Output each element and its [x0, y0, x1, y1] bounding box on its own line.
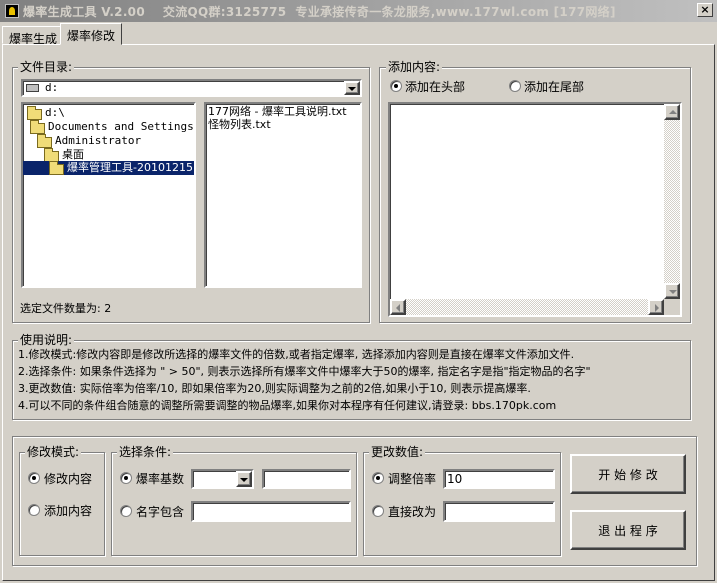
- scroll-up-button[interactable]: [664, 104, 680, 120]
- app-icon: [5, 4, 19, 18]
- change-value-legend: 更改数值:: [369, 445, 426, 459]
- horizontal-scrollbar[interactable]: [390, 299, 664, 315]
- file-list[interactable]: 177网络 - 爆率工具说明.txt 怪物列表.txt: [204, 102, 362, 288]
- tree-node-label: Administrator: [55, 134, 142, 147]
- instruction-line-1: 1.修改模式:修改内容即是修改所选择的爆率文件的倍数,或者指定爆率, 选择添加内…: [18, 348, 575, 361]
- close-button[interactable]: ×: [697, 3, 713, 17]
- chevron-down-icon: [348, 87, 356, 91]
- tree-node-label: 爆率管理工具-20101215: [67, 161, 193, 174]
- drive-value: d:: [45, 81, 59, 94]
- instruction-line-2: 2.选择条件: 如果条件选择为 " > 50", 则表示选择所有爆率文件中爆率大…: [18, 365, 591, 378]
- radio-add-head[interactable]: [390, 80, 402, 92]
- exit-button[interactable]: 退 出 程 序: [570, 510, 686, 550]
- instructions-legend: 使用说明:: [18, 333, 75, 347]
- operator-dropdown-button[interactable]: [236, 471, 252, 487]
- window-title: 爆率生成工具 V.2.00 交流QQ群:3125775 专业承接传奇一条龙服务,…: [23, 4, 616, 19]
- start-modify-label: 开 始 修 改: [598, 467, 658, 482]
- tree-node-selected[interactable]: 爆率管理工具-20101215: [23, 161, 194, 175]
- radio-adjust-ratio-label: 调整倍率: [388, 472, 437, 486]
- title-bar: 爆率生成工具 V.2.00 交流QQ群:3125775 专业承接传奇一条龙服务,…: [0, 0, 717, 22]
- add-content-legend: 添加内容:: [386, 60, 443, 74]
- radio-base-rate[interactable]: [120, 472, 132, 484]
- tree-node-label: Documents and Settings: [48, 120, 194, 133]
- radio-name-contains-label: 名字包含: [136, 505, 185, 519]
- tree-node-documents[interactable]: Documents and Settings: [30, 120, 194, 134]
- exit-label: 退 出 程 序: [598, 523, 658, 538]
- chevron-down-icon: [240, 478, 248, 482]
- scroll-left-button[interactable]: [390, 299, 406, 315]
- chevron-down-icon: [669, 290, 677, 294]
- name-contains-input[interactable]: [191, 501, 351, 522]
- drive-dropdown-button[interactable]: [344, 81, 360, 95]
- radio-add-content-label: 添加内容: [44, 504, 93, 518]
- ratio-input-value: 10: [447, 472, 463, 486]
- ratio-input[interactable]: 10: [443, 469, 555, 489]
- folder-open-icon: [37, 134, 52, 148]
- radio-add-content[interactable]: [28, 504, 40, 516]
- drive-select[interactable]: d:: [21, 79, 362, 97]
- selected-count: 选定文件数量为: 2: [20, 302, 112, 315]
- tree-node-administrator[interactable]: Administrator: [37, 134, 194, 148]
- file-item[interactable]: 怪物列表.txt: [208, 117, 271, 132]
- base-rate-input[interactable]: [262, 469, 351, 489]
- folder-open-icon: [30, 120, 45, 134]
- tree-node-drive[interactable]: d:\: [27, 106, 187, 120]
- add-content-textarea[interactable]: [388, 102, 682, 317]
- drive-icon: [26, 84, 39, 92]
- radio-name-contains[interactable]: [120, 505, 132, 517]
- instruction-line-4: 4.可以不同的条件组合随意的调整所需要调整的物品爆率,如果你对本程序有任何建议,…: [18, 399, 557, 412]
- start-modify-button[interactable]: 开 始 修 改: [570, 454, 686, 494]
- instruction-line-3: 3.更改数值: 实际倍率为倍率/10, 即如果倍率为20,则实际调整为之前的2倍…: [18, 382, 531, 395]
- radio-modify-content[interactable]: [28, 472, 40, 484]
- tab-generate[interactable]: 爆率生成: [2, 26, 65, 46]
- chevron-right-icon: [655, 304, 659, 312]
- tree-node-label: 桌面: [62, 148, 84, 161]
- folder-open-icon: [27, 106, 42, 120]
- radio-direct-set[interactable]: [372, 505, 384, 517]
- scroll-corner: [664, 299, 680, 315]
- radio-base-rate-label: 爆率基数: [136, 472, 185, 486]
- radio-add-tail-label: 添加在尾部: [524, 80, 585, 94]
- direct-set-input[interactable]: [443, 501, 555, 522]
- chevron-left-icon: [396, 304, 400, 312]
- tab-modify[interactable]: 爆率修改: [60, 23, 123, 45]
- file-directory-legend: 文件目录:: [18, 60, 75, 74]
- chevron-up-icon: [669, 110, 677, 114]
- scroll-down-button[interactable]: [664, 283, 680, 299]
- radio-modify-content-label: 修改内容: [44, 472, 93, 486]
- vertical-scrollbar[interactable]: [664, 104, 680, 299]
- radio-add-head-label: 添加在头部: [405, 80, 466, 94]
- radio-add-tail[interactable]: [509, 80, 521, 92]
- modify-mode-legend: 修改模式:: [25, 445, 82, 459]
- folder-open-icon: [49, 161, 64, 175]
- directory-tree[interactable]: d:\ Documents and Settings Administrator…: [21, 102, 196, 288]
- operator-select[interactable]: [191, 469, 254, 489]
- tree-node-desktop[interactable]: 桌面: [44, 148, 194, 162]
- condition-legend: 选择条件:: [117, 445, 174, 459]
- scroll-right-button[interactable]: [648, 299, 664, 315]
- radio-adjust-ratio[interactable]: [372, 472, 384, 484]
- radio-direct-set-label: 直接改为: [388, 505, 437, 519]
- tree-node-label: d:\: [45, 106, 65, 119]
